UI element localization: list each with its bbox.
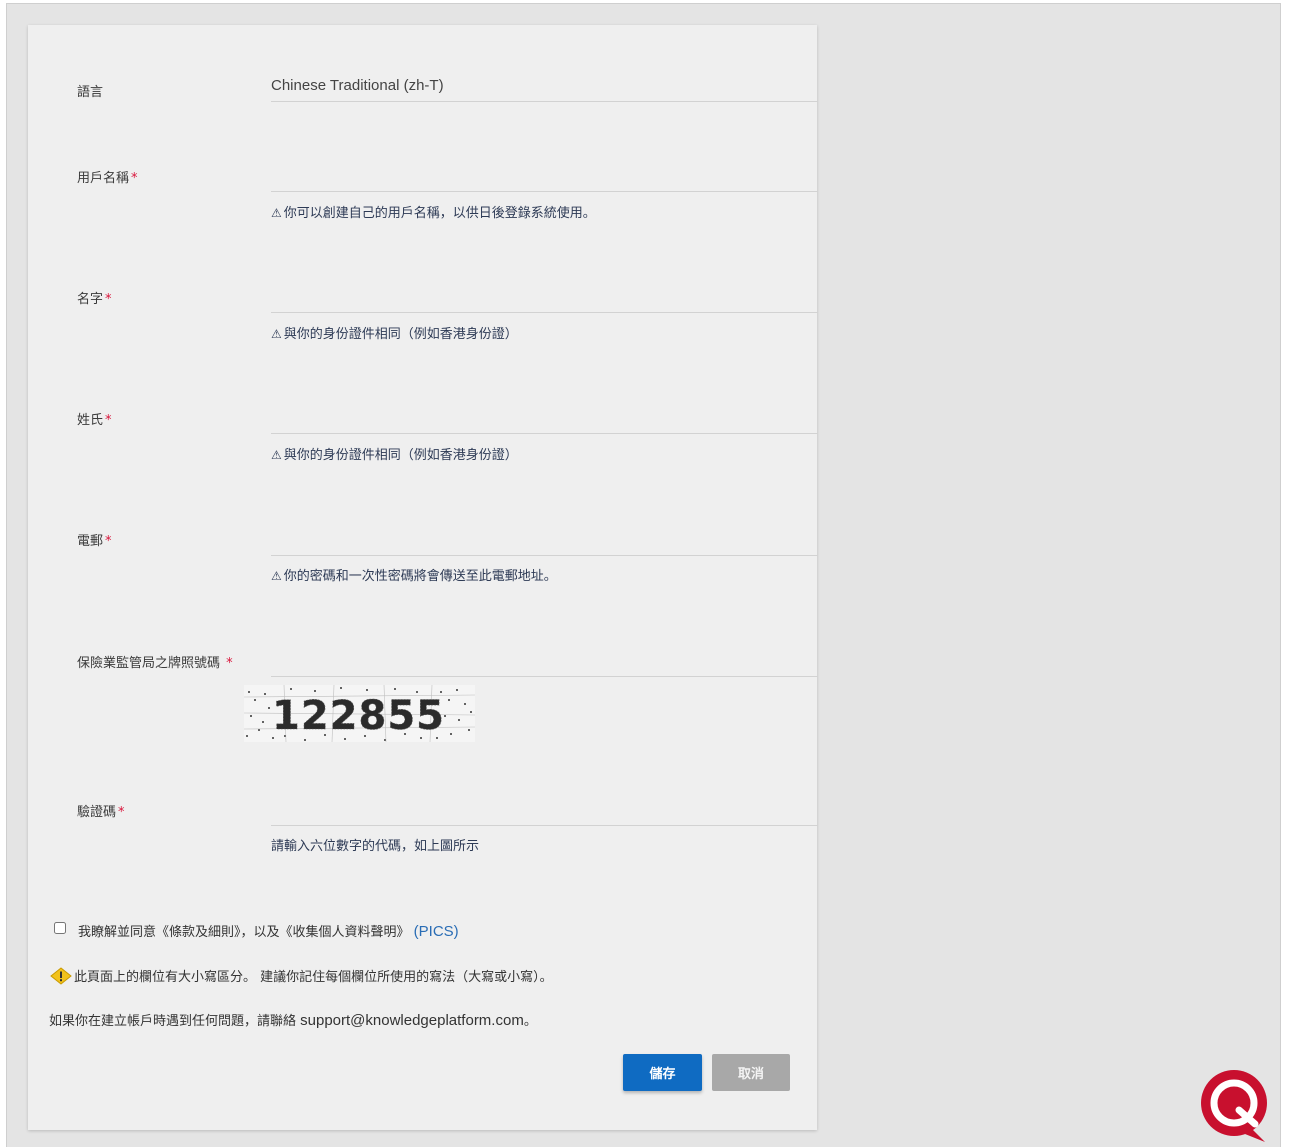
required-mark: *: [105, 292, 112, 307]
first-name-label: 名字 *: [77, 292, 112, 307]
pics-link[interactable]: (PICS): [414, 923, 459, 940]
support-email: support@knowledgeplatform.com: [300, 1012, 524, 1029]
required-mark: *: [131, 171, 138, 186]
first-name-hint: ⚠ 與你的身份證件相同（例如香港身份證）: [271, 327, 518, 342]
username-label: 用戶名稱 *: [77, 171, 138, 186]
captcha-hint: 請輸入六位數字的代碼，如上圖所示: [271, 839, 480, 854]
language-underline: [271, 101, 818, 102]
required-mark: *: [105, 413, 112, 428]
warning-triangle-icon: ⚠: [271, 448, 282, 462]
language-select[interactable]: Chinese Traditional (zh-T): [271, 77, 444, 94]
captcha-input[interactable]: [271, 797, 818, 823]
username-underline: [271, 191, 818, 192]
captcha-image: 122855: [244, 685, 475, 742]
license-number-input[interactable]: [271, 648, 818, 674]
language-label: 語言: [77, 85, 104, 100]
support-note: 如果你在建立帳戶時遇到任何問題，請聯絡 support@knowledgepla…: [49, 1012, 537, 1029]
agree-terms-text: 我瞭解並同意《條款及細則》，以及《收集個人資料聲明》 (PICS): [78, 923, 459, 940]
language-select-value: Chinese Traditional (zh-T): [271, 77, 444, 94]
warning-triangle-icon: ⚠: [271, 327, 282, 341]
save-button[interactable]: 儲存: [623, 1054, 702, 1091]
warning-triangle-icon: ⚠: [271, 569, 282, 583]
username-input[interactable]: [271, 163, 818, 189]
captcha-noise-graphic: 122855: [244, 685, 475, 742]
required-mark: *: [118, 805, 125, 820]
email-hint: ⚠ 你的密碼和一次性密碼將會傳送至此電郵地址。: [271, 569, 557, 584]
license-number-underline: [271, 676, 818, 677]
warning-triangle-icon: ⚠: [271, 206, 282, 220]
agree-terms-checkbox[interactable]: [54, 922, 66, 934]
cancel-button[interactable]: 取消: [712, 1054, 790, 1091]
last-name-input[interactable]: [271, 405, 818, 431]
license-number-label: 保險業監管局之牌照號碼 *: [77, 656, 233, 671]
registration-form-card: 語言 Chinese Traditional (zh-T) 用戶名稱 * ⚠ 你可以…: [28, 25, 818, 1130]
required-mark: *: [222, 656, 233, 671]
username-hint: ⚠ 你可以創建自己的用戶名稱，以供日後登錄系統使用。: [271, 206, 596, 221]
chat-launcher-button[interactable]: [1199, 1068, 1271, 1144]
first-name-underline: [271, 312, 818, 313]
email-input[interactable]: [271, 526, 818, 552]
captcha-underline: [271, 825, 818, 826]
last-name-underline: [271, 433, 818, 434]
captcha-digits: 122855: [272, 693, 445, 739]
case-sensitive-note: 此頁面上的欄位有大小寫區分。 建議你記住每個欄位所使用的寫法（大寫或小寫）。: [50, 966, 553, 985]
last-name-label: 姓氏 *: [77, 413, 112, 428]
required-mark: *: [105, 534, 112, 549]
last-name-hint: ⚠ 與你的身份證件相同（例如香港身份證）: [271, 448, 518, 463]
first-name-input[interactable]: [271, 284, 818, 310]
captcha-label: 驗證碼 *: [77, 805, 125, 820]
email-underline: [271, 555, 818, 556]
email-label: 電郵 *: [77, 534, 112, 549]
chat-bubble-icon: [1201, 1070, 1267, 1142]
warning-diamond-icon: [50, 966, 72, 985]
